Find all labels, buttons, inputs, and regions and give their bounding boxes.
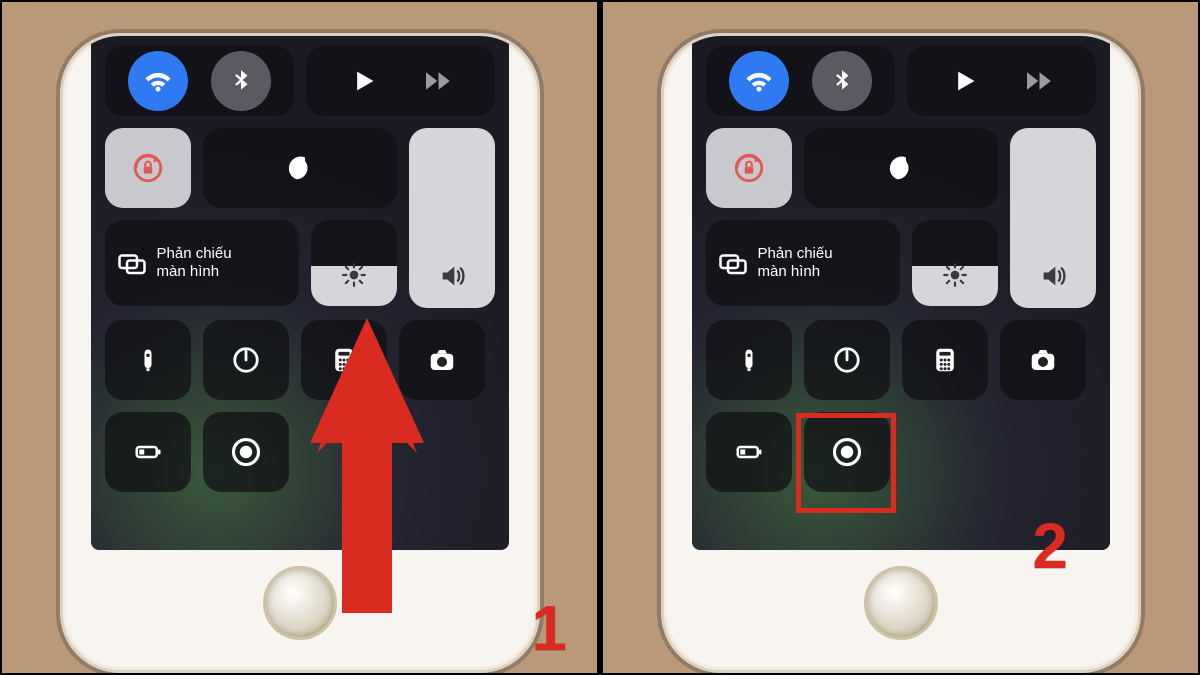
screen-record-button[interactable] — [804, 412, 890, 492]
screen-mirroring-icon — [718, 248, 748, 278]
rotation-lock-icon — [732, 151, 766, 185]
do-not-disturb-button[interactable] — [804, 128, 998, 208]
flashlight-icon — [134, 346, 162, 374]
low-power-button[interactable] — [706, 412, 792, 492]
connectivity-group[interactable] — [706, 46, 895, 116]
home-button[interactable] — [263, 566, 337, 640]
screen-record-button[interactable] — [203, 412, 289, 492]
camera-icon — [1028, 345, 1058, 375]
iphone-frame: Phản chiếu màn hình — [60, 33, 540, 673]
step-panel-2: Phản chiếu màn hình — [599, 0, 1200, 675]
screen-record-icon — [832, 437, 862, 467]
low-power-icon — [133, 437, 163, 467]
low-power-icon — [734, 437, 764, 467]
calculator-icon — [930, 345, 960, 375]
timer-button[interactable] — [804, 320, 890, 400]
forward-icon — [1022, 66, 1052, 96]
brightness-slider[interactable] — [311, 220, 397, 306]
bluetooth-icon[interactable] — [812, 51, 872, 111]
play-icon[interactable] — [349, 67, 377, 95]
volume-icon — [438, 262, 466, 290]
mirror-label-line1: Phản chiếu — [758, 245, 833, 263]
flashlight-button[interactable] — [706, 320, 792, 400]
step-number-1: 1 — [531, 591, 567, 665]
timer-icon — [832, 345, 862, 375]
volume-slider[interactable] — [1010, 128, 1096, 308]
control-center: Phản chiếu màn hình — [692, 36, 1110, 550]
timer-button[interactable] — [203, 320, 289, 400]
rotation-lock-button[interactable] — [105, 128, 191, 208]
iphone-frame: Phản chiếu màn hình — [661, 33, 1141, 673]
do-not-disturb-button[interactable] — [203, 128, 397, 208]
flashlight-icon — [735, 346, 763, 374]
volume-slider[interactable] — [409, 128, 495, 308]
step-panel-1: Phản chiếu màn hình — [0, 0, 599, 675]
bluetooth-icon[interactable] — [211, 51, 271, 111]
media-controls[interactable] — [306, 46, 495, 116]
home-button[interactable] — [864, 566, 938, 640]
play-icon[interactable] — [950, 67, 978, 95]
rotation-lock-icon — [131, 151, 165, 185]
brightness-icon — [942, 262, 968, 288]
screen-mirroring-icon — [117, 248, 147, 278]
low-power-button[interactable] — [105, 412, 191, 492]
forward-icon — [421, 66, 451, 96]
mirror-label-line2: màn hình — [157, 263, 232, 281]
moon-icon — [285, 153, 315, 183]
mirror-label-line2: màn hình — [758, 263, 833, 281]
flashlight-button[interactable] — [105, 320, 191, 400]
mirror-label-line1: Phản chiếu — [157, 245, 232, 263]
volume-icon — [1039, 262, 1067, 290]
wifi-icon[interactable] — [729, 51, 789, 111]
media-controls[interactable] — [907, 46, 1096, 116]
calculator-button[interactable] — [902, 320, 988, 400]
camera-button[interactable] — [399, 320, 485, 400]
rotation-lock-button[interactable] — [706, 128, 792, 208]
brightness-slider[interactable] — [912, 220, 998, 306]
step-number-2: 2 — [1032, 509, 1068, 583]
connectivity-group[interactable] — [105, 46, 294, 116]
timer-icon — [231, 345, 261, 375]
screen-mirroring-button[interactable]: Phản chiếu màn hình — [105, 220, 299, 306]
moon-icon — [886, 153, 916, 183]
control-center: Phản chiếu màn hình — [91, 36, 509, 550]
screen-mirroring-button[interactable]: Phản chiếu màn hình — [706, 220, 900, 306]
camera-icon — [427, 345, 457, 375]
calculator-button[interactable] — [301, 320, 387, 400]
camera-button[interactable] — [1000, 320, 1086, 400]
brightness-icon — [341, 262, 367, 288]
screen-record-icon — [231, 437, 261, 467]
wifi-icon[interactable] — [128, 51, 188, 111]
calculator-icon — [329, 345, 359, 375]
